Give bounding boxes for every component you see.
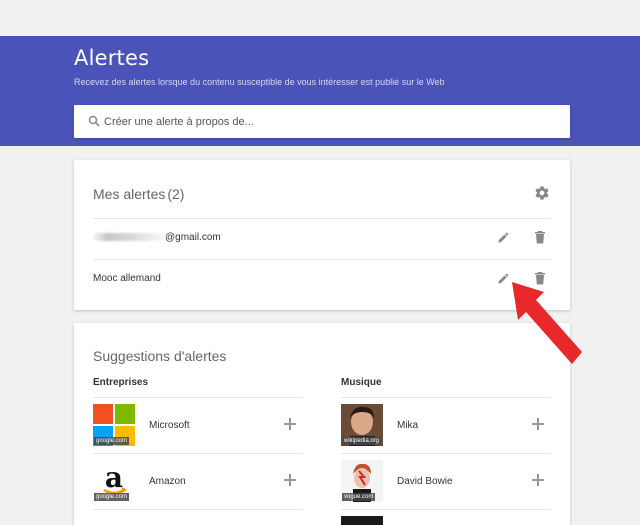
amazon-logo: a google.com bbox=[93, 460, 135, 502]
suggestion-name: Mika bbox=[397, 420, 419, 431]
plus-icon[interactable] bbox=[284, 474, 296, 486]
alert-label: @gmail.com bbox=[93, 232, 221, 243]
header-banner: Alertes Recevez des alertes lorsque du c… bbox=[0, 36, 640, 146]
search-box[interactable] bbox=[74, 105, 570, 138]
thumb-source-label: google.com bbox=[94, 437, 130, 445]
suggestion-amazon[interactable]: a google.com Amazon bbox=[93, 453, 303, 509]
suggestions-card: Suggestions d'alertes Entreprises Musiqu… bbox=[74, 323, 570, 525]
alert-row-mooc[interactable]: Mooc allemand bbox=[93, 259, 551, 300]
plus-icon[interactable] bbox=[532, 474, 544, 486]
trash-icon[interactable] bbox=[534, 230, 546, 244]
mika-photo: wikipedia.org bbox=[341, 404, 383, 446]
suggestion-mika[interactable]: wikipedia.org Mika bbox=[341, 397, 551, 453]
redacted-email-mask bbox=[93, 233, 165, 242]
suggestion-name: Amazon bbox=[149, 476, 186, 487]
suggestion-microsoft[interactable]: google.com Microsoft bbox=[93, 397, 303, 453]
column-heading-music: Musique bbox=[341, 377, 382, 388]
suggestion-row-partial bbox=[341, 509, 551, 525]
svg-text:a: a bbox=[105, 461, 123, 494]
my-alerts-title-text: Mes alertes bbox=[93, 186, 166, 202]
gear-icon[interactable] bbox=[534, 185, 550, 201]
page-subtitle: Recevez des alertes lorsque du contenu s… bbox=[74, 77, 445, 87]
edit-pencil-icon[interactable] bbox=[497, 231, 510, 244]
column-heading-companies: Entreprises bbox=[93, 377, 149, 388]
david-bowie-photo: vogue.com bbox=[341, 460, 383, 502]
plus-icon[interactable] bbox=[284, 418, 296, 430]
suggestion-row-partial bbox=[93, 509, 303, 525]
suggestion-name: Microsoft bbox=[149, 420, 190, 431]
search-input[interactable] bbox=[104, 105, 544, 138]
alert-label: Mooc allemand bbox=[93, 273, 161, 284]
alert-row-email[interactable]: @gmail.com bbox=[93, 218, 551, 259]
my-alerts-count: (2) bbox=[167, 186, 185, 202]
partial-thumbnail bbox=[341, 516, 383, 525]
thumb-source-label: wikipedia.org bbox=[342, 437, 382, 445]
suggestion-name: David Bowie bbox=[397, 476, 453, 487]
microsoft-logo: google.com bbox=[93, 404, 135, 446]
suggestion-david-bowie[interactable]: vogue.com David Bowie bbox=[341, 453, 551, 509]
alert-label-text: @gmail.com bbox=[165, 232, 221, 243]
my-alerts-title: Mes alertes (2) bbox=[93, 186, 184, 202]
page-title: Alertes bbox=[74, 46, 150, 70]
search-icon bbox=[88, 115, 100, 127]
edit-pencil-icon[interactable] bbox=[497, 272, 510, 285]
thumb-source-label: google.com bbox=[94, 493, 130, 501]
thumb-source-label: vogue.com bbox=[342, 493, 376, 501]
plus-icon[interactable] bbox=[532, 418, 544, 430]
my-alerts-card: Mes alertes (2) @gmail.com Mooc allemand bbox=[74, 160, 570, 310]
annotation-arrow-icon bbox=[512, 282, 582, 364]
suggestions-title: Suggestions d'alertes bbox=[93, 348, 227, 364]
